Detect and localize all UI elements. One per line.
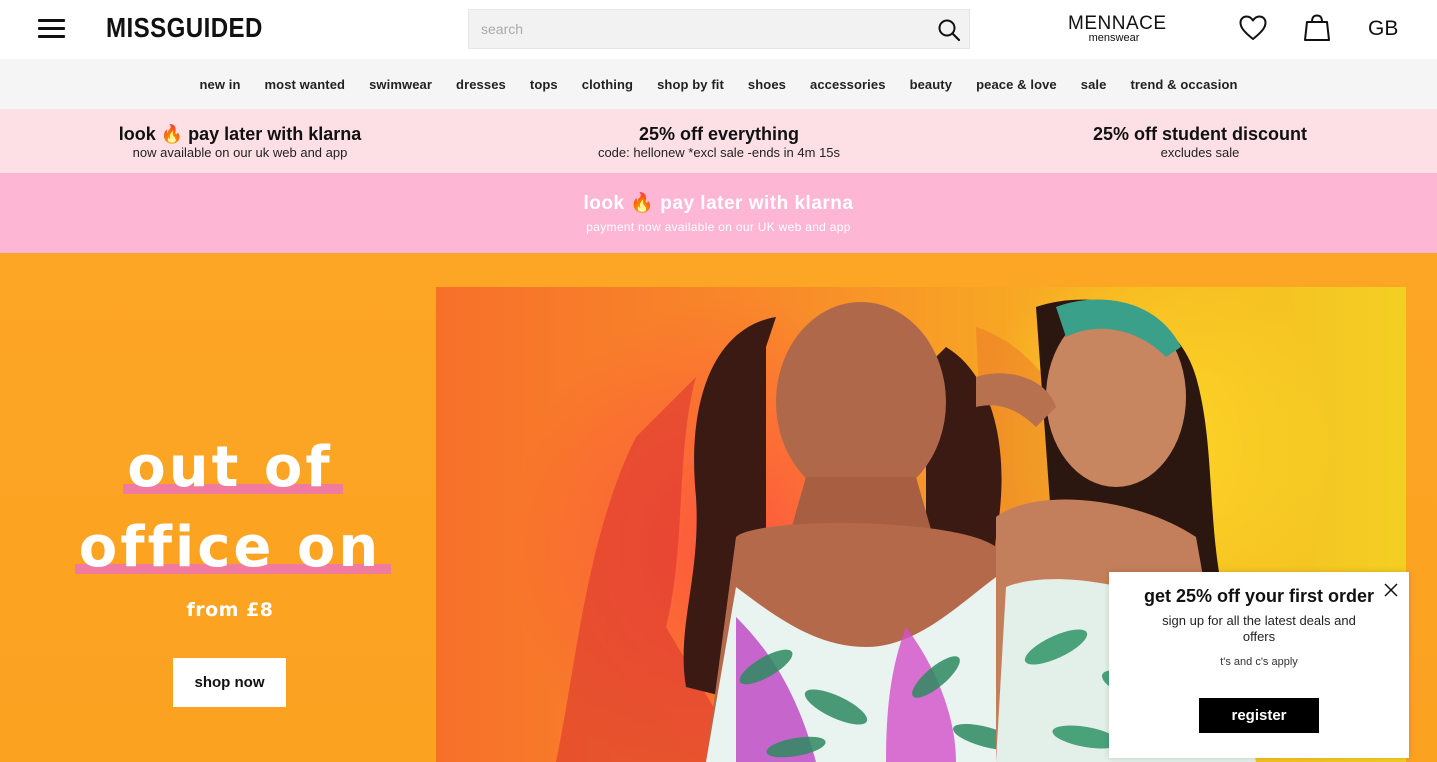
promo-klarna[interactable]: look 🔥 pay later with klarna now availab… [0,123,480,161]
nav-new-in[interactable]: new in [199,77,240,92]
signup-popup: get 25% off your first order sign up for… [1109,572,1409,758]
nav-swimwear[interactable]: swimwear [369,77,432,92]
site-header: MISSGUIDED MENNACE menswear GB [0,0,1437,59]
mennace-subtitle: menswear [1088,32,1140,44]
nav-clothing[interactable]: clothing [582,77,633,92]
register-button[interactable]: register [1199,698,1319,733]
hero-headline: out of office on [40,428,420,588]
mennace-title: MENNACE [1068,13,1167,34]
hero-price: from £8 [186,599,274,621]
nav-peace-and-love[interactable]: peace & love [976,77,1057,92]
popup-terms[interactable]: t's and c's apply [1109,656,1409,668]
popup-subtitle: sign up for all the latest deals and off… [1162,613,1356,644]
nav-dresses[interactable]: dresses [456,77,506,92]
search-icon[interactable] [937,18,961,42]
klarna-banner[interactable]: look 🔥 pay later with klarna payment now… [0,173,1437,253]
promo-title: 25% off student discount [1092,124,1307,144]
nav-sale[interactable]: sale [1081,77,1107,92]
menu-icon[interactable] [38,19,65,39]
country-selector[interactable]: GB [1368,17,1398,41]
promo-title: look 🔥 pay later with klarna [118,124,362,144]
wishlist-heart-icon[interactable] [1239,15,1267,41]
mennace-link[interactable]: MENNACE menswear [1068,13,1167,44]
search-input[interactable] [469,10,919,48]
search-bar [468,9,970,49]
promo-strip: look 🔥 pay later with klarna now availab… [0,109,1437,173]
nav-beauty[interactable]: beauty [910,77,953,92]
promo-title: 25% off everything [638,124,800,144]
klarna-banner-subtitle: payment now available on our UK web and … [586,220,851,234]
promo-student[interactable]: 25% off student discount excludes sale [960,123,1437,161]
promo-discount[interactable]: 25% off everything code: hellonew *excl … [479,123,959,161]
nav-tops[interactable]: tops [530,77,558,92]
promo-subtitle: now available on our uk web and app [132,145,348,160]
shopping-bag-icon[interactable] [1304,14,1330,42]
popup-title: get 25% off your first order [1143,586,1375,606]
nav-accessories[interactable]: accessories [810,77,886,92]
main-nav: new in most wanted swimwear dresses tops… [0,59,1437,109]
promo-subtitle: excludes sale [1160,145,1240,160]
shop-now-button[interactable]: shop now [173,658,286,707]
promo-subtitle: code: hellonew *excl sale -ends in 4m 15… [597,145,841,160]
nav-most-wanted[interactable]: most wanted [265,77,346,92]
nav-shoes[interactable]: shoes [748,77,786,92]
hero-headline-line2: office on [74,508,392,588]
klarna-banner-title: look 🔥 pay later with klarna [583,193,854,214]
site-logo[interactable]: MISSGUIDED [106,12,263,44]
nav-trend-and-occasion[interactable]: trend & occasion [1130,77,1237,92]
nav-shop-by-fit[interactable]: shop by fit [657,77,724,92]
hero-headline-line1: out of [123,428,344,508]
